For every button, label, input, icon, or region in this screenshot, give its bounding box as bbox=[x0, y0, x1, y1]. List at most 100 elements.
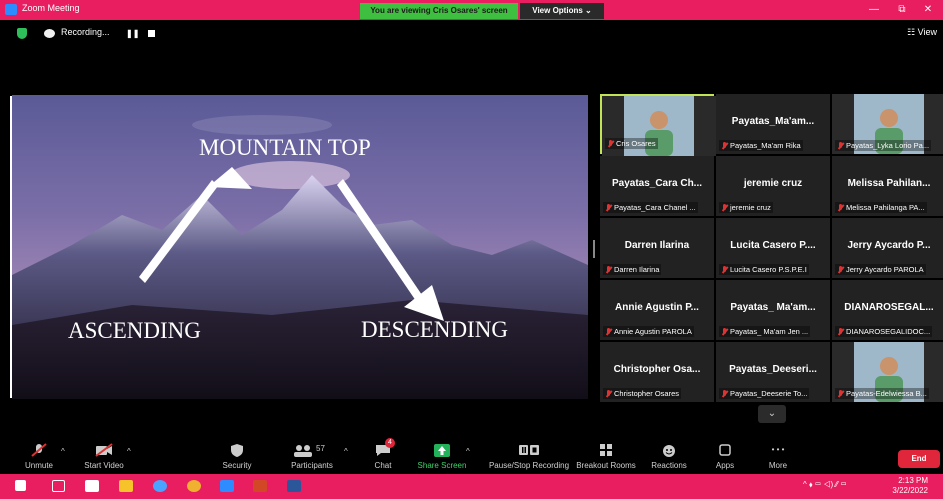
clock-date[interactable]: 3/22/2022 bbox=[892, 486, 928, 495]
chrome-icon[interactable] bbox=[187, 480, 201, 492]
participant-tile[interactable]: Annie Agustin P... Annie Agustin PAROLA bbox=[600, 280, 714, 340]
shield-icon[interactable] bbox=[17, 28, 27, 39]
participant-tile[interactable]: Melissa Pahilan... Melissa Pahilanga PA..… bbox=[832, 156, 943, 216]
close-button[interactable]: ✕ bbox=[916, 3, 940, 17]
participant-label: jeremie cruz bbox=[719, 202, 773, 213]
chevron-down-icon[interactable]: ⌄ bbox=[758, 405, 786, 423]
share-options-caret[interactable]: ^ bbox=[466, 447, 470, 456]
security-label: Security bbox=[222, 461, 252, 470]
participant-name: Payatas_Deeseri... bbox=[729, 364, 817, 375]
participant-label: Melissa Pahilanga PA... bbox=[835, 202, 927, 213]
participant-label-text: Payatas_Ma'am Rika bbox=[730, 141, 801, 150]
participant-name: Payatas_Ma'am... bbox=[731, 116, 815, 127]
microphone-muted-icon bbox=[605, 203, 612, 212]
zoom-taskbar-icon[interactable] bbox=[220, 480, 234, 492]
stop-recording-icon[interactable] bbox=[148, 30, 155, 37]
microphone-muted-icon bbox=[721, 203, 728, 212]
participant-name: Lucita Casero P.... bbox=[730, 240, 816, 251]
participant-name: Jerry Aycardo P... bbox=[847, 240, 931, 251]
more-label: More bbox=[768, 461, 788, 470]
task-view-icon[interactable] bbox=[52, 480, 65, 492]
participant-tile[interactable]: Payatas_Deeseri... Payatas_Deeserie To... bbox=[716, 342, 830, 402]
microphone-muted-icon bbox=[721, 141, 728, 150]
view-options-button[interactable]: View Options ⌄ bbox=[520, 3, 604, 19]
participant-tile[interactable]: Payatas_Cara Ch... Payatas_Cara Chanel ..… bbox=[600, 156, 714, 216]
participant-tile[interactable]: Jerry Aycardo P... Jerry Aycardo PAROLA bbox=[832, 218, 943, 278]
viewing-screen-banner: You are viewing Cris Osares' screen bbox=[360, 3, 518, 19]
participant-tile[interactable]: Darren Ilarina Darren Ilarina bbox=[600, 218, 714, 278]
participant-label-text: Payatas_Cara Chanel ... bbox=[614, 203, 696, 212]
participant-label-text: Melissa Pahilanga PA... bbox=[846, 203, 925, 212]
participant-label-text: Payatas_ Ma'am Jen ... bbox=[730, 327, 809, 336]
participant-label-text: DIANAROSEGALIDOC... bbox=[846, 327, 931, 336]
maximize-button[interactable]: ⧉ bbox=[890, 3, 914, 17]
participant-tile[interactable]: Payatas_ Ma'am... Payatas_ Ma'am Jen ... bbox=[716, 280, 830, 340]
participant-label: Payatas_Cara Chanel ... bbox=[603, 202, 698, 213]
participant-label: DIANAROSEGALIDOC... bbox=[835, 326, 933, 337]
participant-label: Lucita Casero P.S.P.E.I bbox=[719, 264, 809, 275]
powerpoint-icon[interactable] bbox=[253, 480, 267, 492]
breakout-rooms-icon bbox=[595, 443, 617, 457]
microphone-muted-icon bbox=[607, 139, 614, 148]
audio-options-caret[interactable]: ^ bbox=[61, 447, 65, 456]
participant-label-text: Jerry Aycardo PAROLA bbox=[846, 265, 924, 274]
system-tray[interactable]: ^ ⬧ ▭ ◁) ⁄⁄ ▭ bbox=[803, 480, 847, 490]
participant-label: Payatas_ Ma'am Jen ... bbox=[719, 326, 811, 337]
microphone-muted-icon bbox=[28, 443, 50, 457]
participant-label: Jerry Aycardo PAROLA bbox=[835, 264, 926, 275]
end-meeting-button[interactable]: End bbox=[898, 450, 940, 468]
security-button[interactable]: Security bbox=[202, 443, 272, 470]
video-off-icon bbox=[93, 443, 115, 457]
participant-tile[interactable]: Lucita Casero P.... Lucita Casero P.S.P.E… bbox=[716, 218, 830, 278]
participant-name: DIANAROSEGAL... bbox=[844, 302, 934, 313]
participant-label: Annie Agustin PAROLA bbox=[603, 326, 694, 337]
participant-count: 57 bbox=[316, 444, 325, 453]
share-screen-icon bbox=[431, 443, 453, 457]
recording-label: Recording... bbox=[61, 27, 110, 37]
clock-time[interactable]: 2:13 PM bbox=[898, 476, 928, 485]
participant-label-text: jeremie cruz bbox=[730, 203, 771, 212]
view-button[interactable]: ☷ View bbox=[907, 27, 937, 38]
participant-tile[interactable]: Cris Osares bbox=[600, 94, 716, 156]
participant-label-text: Payatas_Deeserie To... bbox=[730, 389, 808, 398]
microphone-muted-icon bbox=[837, 141, 844, 150]
participant-label: Payatas-Edelwiessa B... bbox=[835, 388, 929, 399]
participant-label-text: Payatas_Lyka Lorio Pa... bbox=[846, 141, 930, 150]
pause-stop-recording-button[interactable]: Pause/Stop Recording bbox=[485, 443, 573, 470]
participant-label: Payatas_Ma'am Rika bbox=[719, 140, 803, 151]
microphone-muted-icon bbox=[721, 265, 728, 274]
participant-label-text: Annie Agustin PAROLA bbox=[614, 327, 692, 336]
pause-stop-recording-label: Pause/Stop Recording bbox=[488, 461, 570, 470]
participant-label-text: Cris Osares bbox=[616, 139, 656, 148]
participant-name: Melissa Pahilan... bbox=[847, 178, 931, 189]
participants-button[interactable]: 57 Participants bbox=[277, 443, 347, 470]
participant-tile[interactable]: jeremie cruz jeremie cruz bbox=[716, 156, 830, 216]
breakout-rooms-button[interactable]: Breakout Rooms bbox=[571, 443, 641, 470]
file-explorer-icon[interactable] bbox=[119, 480, 133, 492]
word-icon[interactable] bbox=[287, 480, 301, 492]
more-button[interactable]: • • • More bbox=[743, 443, 813, 470]
participant-name: jeremie cruz bbox=[743, 178, 803, 189]
participant-label-text: Lucita Casero P.S.P.E.I bbox=[730, 265, 807, 274]
video-options-caret[interactable]: ^ bbox=[127, 447, 131, 456]
microphone-muted-icon bbox=[605, 265, 612, 274]
participant-tile[interactable]: Payatas_Ma'am... Payatas_Ma'am Rika bbox=[716, 94, 830, 154]
participant-tile[interactable]: DIANAROSEGAL... DIANAROSEGALIDOC... bbox=[832, 280, 943, 340]
pause-recording-icon[interactable]: ❚❚ bbox=[126, 29, 139, 38]
apps-icon bbox=[714, 443, 736, 457]
windows-start-icon[interactable] bbox=[15, 480, 26, 491]
windows-taskbar bbox=[0, 474, 943, 499]
recording-cloud-icon bbox=[44, 29, 55, 38]
participant-tile[interactable]: Christopher Osa... Christopher Osares bbox=[600, 342, 714, 402]
store-icon[interactable] bbox=[85, 480, 99, 492]
weather-icon[interactable] bbox=[153, 480, 167, 492]
participants-label: Participants bbox=[291, 461, 333, 470]
window-title: Zoom Meeting bbox=[22, 3, 80, 13]
unmute-label: Unmute bbox=[24, 461, 53, 470]
participant-tile[interactable]: Payatas-Edelwiessa B... bbox=[832, 342, 943, 402]
participant-tile[interactable]: Payatas_Lyka Lorio Pa... bbox=[832, 94, 943, 154]
arrows-graphic bbox=[139, 167, 444, 321]
more-icon: • • • bbox=[771, 445, 785, 454]
panel-resize-handle[interactable] bbox=[593, 240, 595, 258]
minimize-button[interactable]: — bbox=[862, 3, 886, 17]
